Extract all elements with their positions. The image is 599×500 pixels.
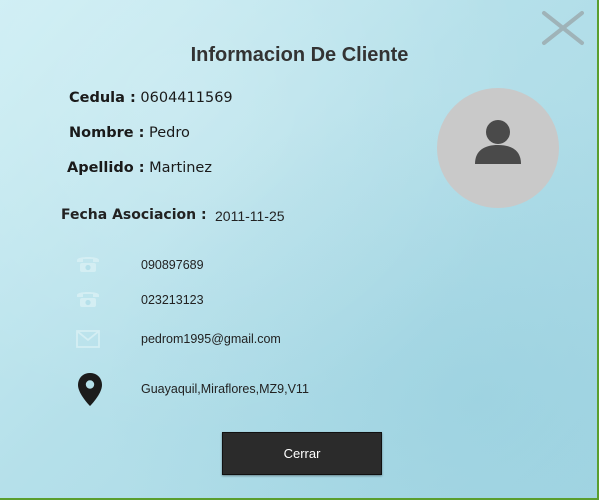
cedula-row: Cedula : 0604411569 bbox=[69, 90, 233, 106]
user-avatar-icon bbox=[437, 88, 559, 208]
address: Guayaquil,Miraflores,MZ9,V11 bbox=[141, 382, 309, 396]
client-info-dialog: Informacion De Cliente Cedula : 06044115… bbox=[0, 0, 599, 500]
fecha-asociacion-label: Fecha Asociacion : bbox=[61, 207, 207, 223]
email-icon bbox=[76, 330, 100, 353]
phone-icon bbox=[75, 289, 101, 314]
cerrar-button[interactable]: Cerrar bbox=[222, 432, 382, 475]
apellido-row: Apellido : Martinez bbox=[67, 160, 212, 176]
cedula-label: Cedula : bbox=[69, 90, 136, 106]
apellido-value: Martinez bbox=[149, 160, 212, 176]
location-pin-icon bbox=[78, 373, 102, 411]
nombre-label: Nombre : bbox=[69, 125, 145, 141]
email-address: pedrom1995@gmail.com bbox=[141, 332, 281, 346]
cedula-value: 0604411569 bbox=[140, 90, 233, 106]
nombre-value: Pedro bbox=[149, 125, 190, 141]
fecha-asociacion-value: 2011-11-25 bbox=[215, 208, 285, 224]
dialog-title: Informacion De Cliente bbox=[190, 44, 409, 66]
apellido-label: Apellido : bbox=[67, 160, 145, 176]
phone-icon bbox=[75, 254, 101, 279]
phone-number-2: 023213123 bbox=[141, 293, 204, 307]
phone-number-1: 090897689 bbox=[141, 258, 204, 272]
close-icon[interactable] bbox=[540, 10, 586, 46]
nombre-row: Nombre : Pedro bbox=[69, 125, 190, 141]
